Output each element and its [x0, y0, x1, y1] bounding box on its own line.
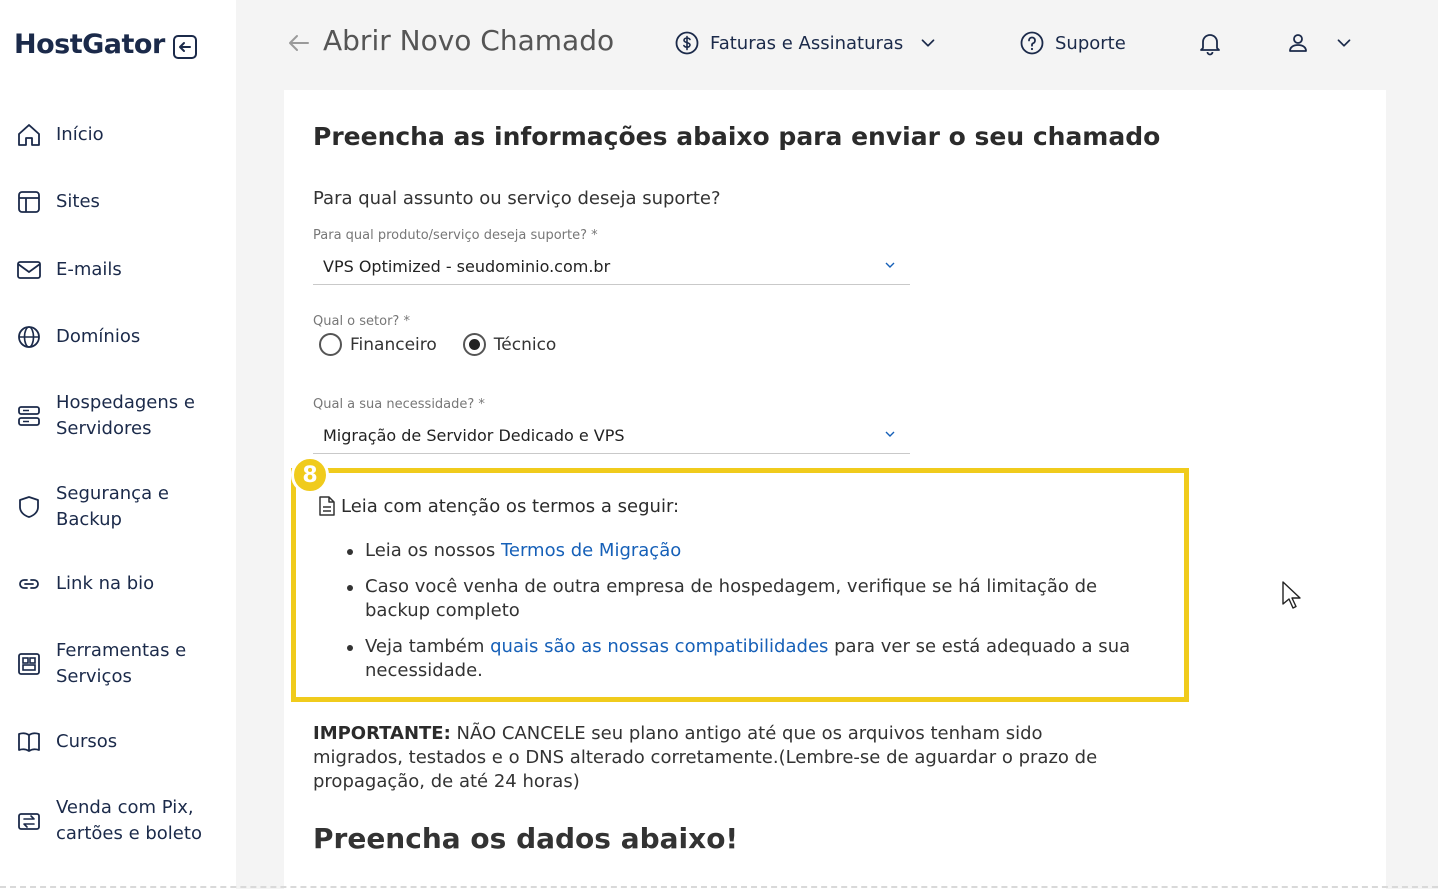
notifications-button[interactable]	[1197, 30, 1223, 56]
document-icon	[319, 496, 335, 516]
list-item: Caso você venha de outra empresa de hosp…	[341, 575, 1141, 623]
user-icon	[1289, 34, 1307, 52]
sector-field-label: Qual o setor? *	[313, 314, 410, 329]
radio-checked[interactable]	[462, 333, 486, 356]
product-select-value: VPS Optimized - seudominio.com.br	[323, 257, 611, 276]
bell-icon	[1200, 34, 1220, 56]
sidebar-item-label: Hospedagens e Servidores	[56, 392, 195, 439]
layout-icon	[16, 189, 42, 215]
sidebar-item-sites[interactable]: Sites	[16, 189, 226, 215]
sector-radio-group: Financeiro Técnico	[319, 333, 556, 356]
support-button[interactable]: Suporte	[1019, 30, 1126, 56]
chevron-down-icon	[885, 431, 895, 437]
help-circle-icon	[1020, 31, 1044, 55]
payment-exchange-icon	[16, 808, 42, 834]
account-menu-button[interactable]	[1285, 30, 1353, 56]
terms-title: Leia com atenção os termos a seguir:	[317, 495, 679, 517]
form-title: Preencha as informações abaixo para envi…	[313, 122, 1161, 151]
radio-label: Técnico	[493, 334, 557, 355]
sidebar-item-label: Venda com Pix, cartões e boleto	[56, 797, 202, 844]
sidebar-item-link-na-bio[interactable]: Link na bio	[16, 571, 226, 597]
sidebar-item-dominios[interactable]: Domínios	[16, 324, 226, 350]
collapse-sidebar-icon[interactable]	[172, 34, 197, 59]
ticket-form-card: Preencha as informações abaixo para envi…	[284, 90, 1386, 889]
fill-data-title: Preencha os dados abaixo!	[313, 822, 739, 855]
list-item: Veja também quais são as nossas compatib…	[341, 635, 1141, 683]
billing-menu-button[interactable]: Faturas e Assinaturas	[674, 30, 937, 56]
sidebar-item-venda-pix[interactable]: Venda com Pix, cartões e boleto	[16, 795, 226, 847]
chevron-down-icon	[885, 262, 895, 268]
sidebar-item-label: Início	[56, 124, 104, 145]
product-select[interactable]: VPS Optimized - seudominio.com.br	[313, 251, 910, 285]
chevron-down-icon	[921, 39, 935, 47]
product-field-label: Para qual produto/serviço deseja suporte…	[313, 228, 598, 243]
list-item: Leia os nossos Termos de Migração	[341, 539, 1141, 563]
top-header: Abrir Novo Chamado Faturas e Assinaturas…	[236, 0, 1438, 90]
sidebar-item-label: Domínios	[56, 326, 141, 347]
chevron-down-icon	[1337, 39, 1351, 47]
sidebar-item-hospedagens[interactable]: Hospedagens e Servidores	[16, 390, 226, 442]
sidebar: HostGator Início Sites E-mails Domínios …	[0, 0, 236, 889]
sidebar-item-seguranca[interactable]: Segurança e Backup	[16, 481, 226, 533]
sidebar-item-label: Sites	[56, 191, 100, 212]
need-field-label: Qual a sua necessidade? *	[313, 397, 485, 412]
sidebar-item-label: E-mails	[56, 259, 122, 280]
list-item-text: Veja também	[365, 636, 491, 657]
sidebar-item-inicio[interactable]: Início	[16, 122, 226, 148]
sidebar-item-ferramentas[interactable]: Ferramentas e Serviços	[16, 638, 226, 690]
radio-unchecked[interactable]	[319, 333, 342, 356]
server-icon	[16, 403, 42, 429]
sidebar-item-label: Ferramentas e Serviços	[56, 640, 187, 687]
sidebar-item-label: Segurança e Backup	[56, 483, 169, 530]
page-title: Abrir Novo Chamado	[323, 24, 615, 57]
terms-list: Leia os nossos Termos de Migração Caso v…	[341, 539, 1141, 695]
important-label: IMPORTANTE:	[313, 723, 451, 744]
important-notice: IMPORTANTE: NÃO CANCELE seu plano antigo…	[313, 722, 1133, 794]
subject-question: Para qual assunto ou serviço deseja supo…	[313, 188, 721, 209]
step-badge: 8	[291, 456, 329, 494]
sidebar-item-label: Cursos	[56, 731, 118, 752]
terms-title-text: Leia com atenção os termos a seguir:	[341, 495, 680, 517]
need-select[interactable]: Migração de Servidor Dedicado e VPS	[313, 420, 910, 454]
logo[interactable]: HostGator	[14, 29, 197, 60]
globe-icon	[16, 324, 42, 350]
radio-tecnico[interactable]: Técnico	[462, 333, 557, 356]
compatibilities-link[interactable]: quais são as nossas compatibilidades	[490, 636, 828, 657]
mail-icon	[16, 257, 42, 283]
need-select-value: Migração de Servidor Dedicado e VPS	[323, 426, 625, 445]
bottom-divider	[0, 886, 1438, 888]
shield-icon	[16, 494, 42, 520]
dollar-icon	[675, 31, 699, 55]
sidebar-item-label: Link na bio	[56, 573, 155, 594]
billing-label: Faturas e Assinaturas	[710, 32, 904, 54]
list-item-text: Leia os nossos	[365, 540, 501, 561]
logo-text: HostGator	[14, 29, 165, 60]
support-label: Suporte	[1055, 32, 1126, 54]
home-icon	[16, 122, 42, 148]
radio-financeiro[interactable]: Financeiro	[319, 333, 437, 356]
terms-highlight-box: 8 Leia com atenção os termos a seguir: L…	[291, 456, 1189, 702]
radio-dot	[468, 339, 480, 350]
tools-icon	[16, 651, 42, 677]
radio-label: Financeiro	[350, 334, 437, 355]
back-arrow-icon[interactable]	[288, 32, 310, 54]
migration-terms-link[interactable]: Termos de Migração	[501, 540, 681, 561]
sidebar-item-emails[interactable]: E-mails	[16, 257, 226, 283]
book-icon	[16, 729, 42, 755]
mouse-cursor-icon	[1282, 581, 1301, 609]
sidebar-item-cursos[interactable]: Cursos	[16, 729, 226, 755]
link-icon	[16, 571, 42, 597]
